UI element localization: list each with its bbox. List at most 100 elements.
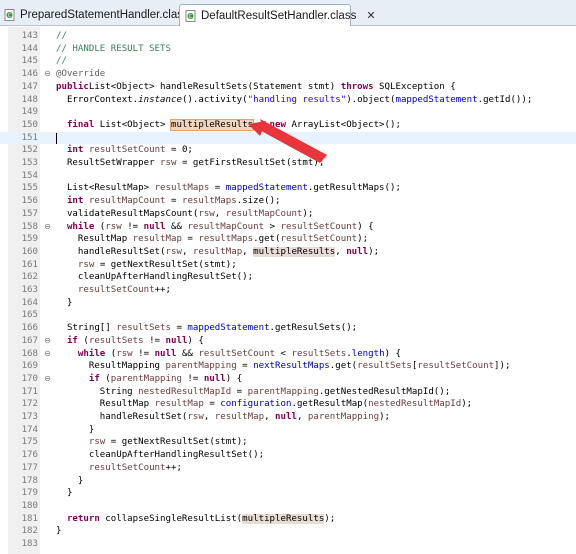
code-line-179[interactable]: 179 } [0,487,576,500]
code-line-148[interactable]: 148 ErrorContext.instance().activity("ha… [0,94,576,107]
close-icon[interactable]: ✕ [366,9,375,22]
code-token: ( [99,373,111,384]
code-line-149[interactable]: 149 [0,106,576,119]
code-line-157[interactable]: 157 validateResultMapsCount(rsw, resultM… [0,208,576,221]
code-token: resultSets [291,348,347,359]
code-line-146[interactable]: 146 ⊖ @Override [0,68,576,81]
code-line-151[interactable]: 151 [0,131,576,145]
svg-text:C: C [189,14,193,20]
code-line-180[interactable]: 180 [0,500,576,513]
code-token: = [203,399,221,410]
code-line-162[interactable]: 162 cleanUpAfterHandlingResultSet(); [0,271,576,284]
code-line-183[interactable]: 183 [0,538,576,551]
code-token: , [203,412,215,422]
code-line-155[interactable]: 155 List<ResultMap> resultMaps = mappedS… [0,182,576,195]
code-line-174[interactable]: 174 } [0,424,576,437]
code-token: "handling results" [247,94,347,105]
code-token: parentMapping [165,361,237,372]
code-line-166[interactable]: 166 String[] resultSets = mappedStatemen… [0,322,576,335]
code-token: resultMapCount [187,221,265,232]
code-token: mappedStatement [395,94,478,105]
fold-collapse-icon[interactable]: ⊖ [43,373,52,386]
code-line-156[interactable]: 156 int resultMapCount = resultMaps.size… [0,195,576,208]
code-token: ResultMap [56,399,155,410]
code-token: rsw [88,437,106,448]
code-line-170[interactable]: 170 ⊖ if (parentMapping != null) { [0,373,576,386]
code-line-161[interactable]: 161 rsw = getNextResultSet(stmt); [0,259,576,272]
code-token: resultSets [88,335,144,346]
code-text: publicList<Object> handleResultSets(Stat… [56,81,456,94]
code-line-145[interactable]: 145 // [0,55,576,68]
code-token: , [242,246,254,257]
code-line-171[interactable]: 171 String nestedResultMapId = parentMap… [0,386,576,399]
line-number: 160 [21,246,38,257]
code-token: = [236,361,254,372]
code-token: cleanUpAfterHandlingResultSet(); [56,272,254,283]
code-line-173[interactable]: 173 handleResultSet(rsw, resultMap, null… [0,411,576,424]
code-line-154[interactable]: 154 [0,170,576,183]
code-token: nextResultMaps [253,361,330,372]
line-number: 150 [21,119,38,130]
code-token: rsw [77,259,95,270]
code-editor[interactable]: 143 // 144 // HANDLE RESULT SETS 145 // 146 ⊖ @O… [0,27,576,554]
fold-collapse-icon[interactable]: ⊖ [43,221,52,234]
code-text: // [56,55,67,68]
code-text: if (parentMapping != null) { [56,373,242,386]
code-line-168[interactable]: 168 ⊖ while (rsw != null && resultSetCoun… [0,348,576,361]
code-token: new [269,119,286,130]
code-text: ResultSetWrapper rsw = getFirstResultSet… [56,157,324,170]
fold-collapse-icon[interactable]: ⊖ [43,335,52,348]
line-number: 156 [21,196,38,207]
code-line-153[interactable]: 153 ResultSetWrapper rsw = getFirstResul… [0,157,576,170]
code-line-176[interactable]: 176 cleanUpAfterHandlingResultSet(); [0,449,576,462]
tab-default-result-set-handler[interactable]: C DefaultResultSetHandler.class ✕ [179,4,376,26]
fold-collapse-icon[interactable]: ⊖ [43,348,52,361]
code-token: ); [302,208,314,219]
code-token: > [264,221,281,232]
code-token: ); [324,513,336,524]
code-line-181[interactable]: 181 return collapseSingleResultList(mult… [0,513,576,526]
code-token: resultSetCount [198,348,276,359]
line-number: 170 [21,373,38,384]
code-line-159[interactable]: 159 ResultMap resultMap = resultMaps.get… [0,233,576,246]
code-token: .getResultMaps(); [307,183,401,194]
code-token: ).object( [346,94,396,105]
code-token: } [56,488,73,499]
code-line-169[interactable]: 169 ResultMapping parentMapping = nextRe… [0,360,576,373]
code-line-160[interactable]: 160 handleResultSet(rsw, resultMap, mult… [0,246,576,259]
code-line-152[interactable]: 152 int resultSetCount = 0; [0,144,576,157]
code-line-144[interactable]: 144 // HANDLE RESULT SETS [0,43,576,56]
fold-collapse-icon[interactable]: ⊖ [43,68,52,81]
code-line-177[interactable]: 177 resultSetCount++; [0,462,576,475]
code-line-150[interactable]: 150 final List<Object> multipleResults =… [0,118,576,132]
line-number: 159 [21,234,38,245]
code-line-165[interactable]: 165 [0,309,576,322]
code-token: resultMaps [198,234,254,245]
code-token: // HANDLE RESULT SETS [56,43,171,54]
code-line-158[interactable]: 158 ⊖ while (rsw != null && resultMapCoun… [0,221,576,234]
code-token: , [181,246,193,257]
code-token: ().activity( [181,94,248,105]
line-number: 165 [21,310,38,321]
code-line-172[interactable]: 172 ResultMap resultMap = configuration.… [0,398,576,411]
code-token: rsw [116,348,133,359]
tab-prepared-statement-handler[interactable]: C PreparedStatementHandler.class [0,4,189,26]
code-line-163[interactable]: 163 resultSetCount++; [0,284,576,297]
code-text: handleResultSet(rsw, resultMap, null, pa… [56,411,390,424]
code-line-147[interactable]: 147 publicList<Object> handleResultSets(S… [0,81,576,94]
line-number: 174 [21,424,38,435]
tab-label: DefaultResultSetHandler.class [201,9,357,22]
code-line-167[interactable]: 167 ⊖ if (resultSets != null) { [0,335,576,348]
code-line-175[interactable]: 175 rsw = getNextResultSet(stmt); [0,436,576,449]
code-token: ) { [357,221,374,232]
code-line-164[interactable]: 164 } [0,297,576,310]
code-line-178[interactable]: 178 } [0,475,576,488]
line-number: 145 [21,56,38,67]
occurrence-highlight: multipleResults [253,246,336,257]
code-line-182[interactable]: 182} [0,525,576,538]
line-number: 173 [21,412,38,422]
code-token: configuration [220,399,292,410]
code-text: @Override [56,68,105,81]
code-line-143[interactable]: 143 // [0,30,576,43]
